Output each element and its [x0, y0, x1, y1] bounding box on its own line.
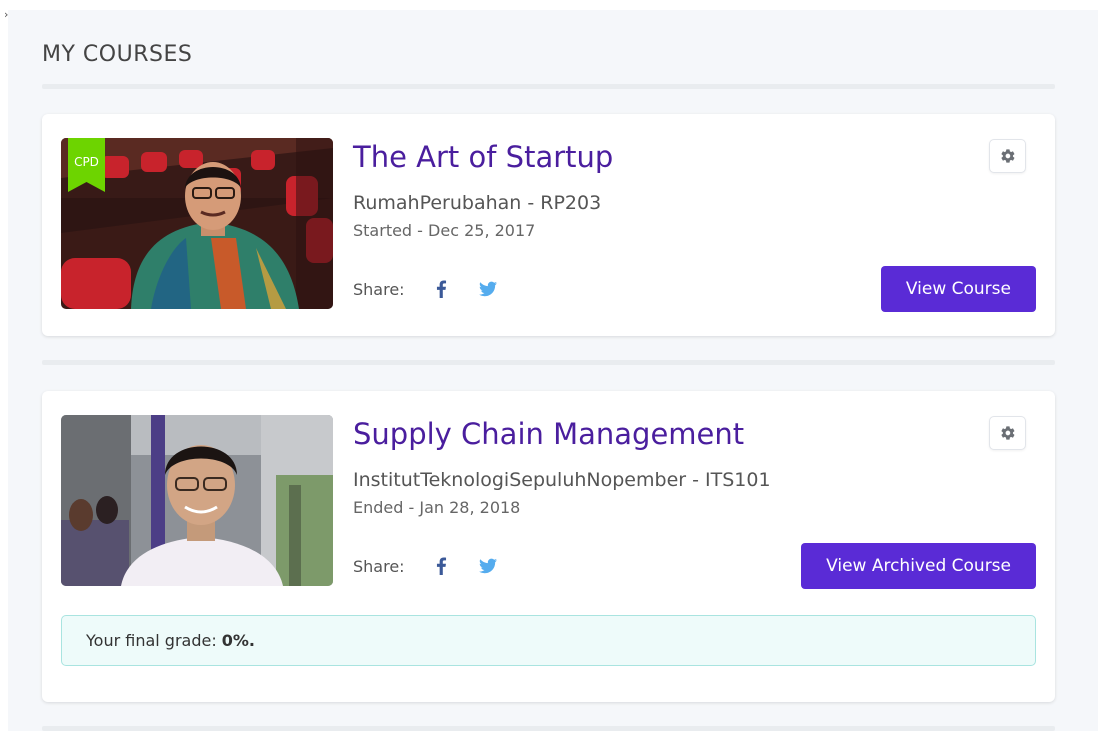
facebook-icon[interactable]: [435, 280, 447, 298]
share-row: Share:: [353, 278, 497, 300]
grade-value: 0%.: [221, 631, 255, 650]
grade-label: Your final grade:: [86, 631, 217, 650]
course-card-supply-chain: Supply Chain Management InstitutTeknolog…: [42, 391, 1055, 702]
view-archived-course-button[interactable]: View Archived Course: [801, 543, 1036, 589]
twitter-icon[interactable]: [478, 558, 497, 574]
divider: [42, 84, 1055, 89]
gear-icon: [1000, 426, 1014, 440]
facebook-icon[interactable]: [435, 557, 447, 575]
course-image[interactable]: [61, 415, 333, 586]
course-title[interactable]: Supply Chain Management: [353, 417, 744, 451]
share-row: Share:: [353, 555, 497, 577]
course-settings-button[interactable]: [989, 139, 1026, 173]
share-label: Share:: [353, 556, 405, 576]
final-grade-notice: Your final grade: 0%.: [61, 615, 1036, 666]
divider: [42, 726, 1055, 731]
course-card-art-of-startup: CPD The Art of Startup RumahPerubahan - …: [42, 114, 1055, 336]
course-date: Ended - Jan 28, 2018: [353, 498, 521, 517]
course-settings-button[interactable]: [989, 416, 1026, 450]
cpd-badge-label: CPD: [74, 155, 99, 169]
course-org: RumahPerubahan - RP203: [353, 192, 602, 214]
view-course-button[interactable]: View Course: [880, 266, 1036, 312]
gear-icon: [1000, 149, 1014, 163]
course-org: InstitutTeknologiSepuluhNopember - ITS10…: [353, 469, 771, 491]
twitter-icon[interactable]: [478, 281, 497, 297]
divider: [42, 360, 1055, 365]
course-date: Started - Dec 25, 2017: [353, 221, 536, 240]
cursor-mark: ›: [4, 8, 9, 21]
course-title[interactable]: The Art of Startup: [353, 140, 613, 174]
cpd-badge: CPD: [68, 138, 105, 192]
share-label: Share:: [353, 279, 405, 299]
page-title: MY COURSES: [42, 42, 193, 67]
